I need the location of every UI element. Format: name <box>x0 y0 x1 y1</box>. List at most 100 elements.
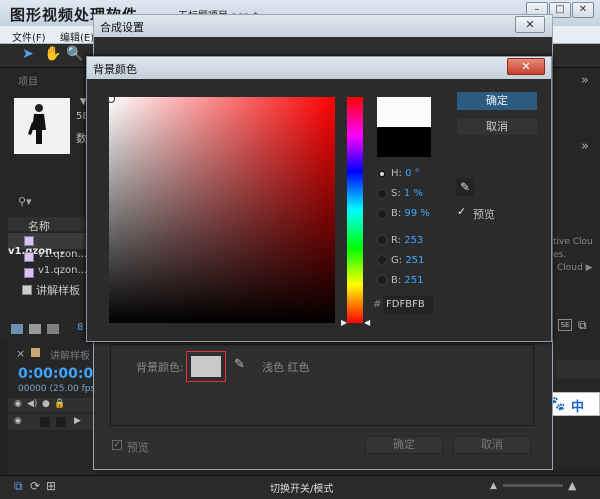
flow-icon[interactable]: ⊞ <box>46 479 56 493</box>
hue-value[interactable]: 0 ° <box>405 168 420 179</box>
hand-tool-icon[interactable]: ✋ <box>44 46 61 62</box>
ime-language[interactable]: 中 <box>571 396 584 415</box>
selection-tool-icon[interactable]: ➤ <box>22 46 34 62</box>
hue-field[interactable]: H: 0 ° <box>391 168 420 179</box>
timecode[interactable]: 0:00:00:00 <box>18 366 103 382</box>
blue-field[interactable]: B: 251 <box>391 275 424 286</box>
bg-color-swatch-fill <box>191 356 221 377</box>
green-radio[interactable] <box>377 255 387 265</box>
cc-promo-link[interactable]: Cloud ▶ <box>557 263 593 273</box>
render-icon[interactable]: ⟳ <box>30 479 40 493</box>
new-folder-icon[interactable] <box>29 324 41 334</box>
zoom-in-icon[interactable]: ▲ <box>568 479 576 492</box>
saturation-value[interactable]: 1 % <box>404 188 423 199</box>
eye-icon[interactable]: ◉ <box>14 399 22 409</box>
layer-switches-header: ◉ ◀) ● 🔒 <box>8 398 96 412</box>
timeline-close-icon[interactable]: × <box>16 347 25 360</box>
footage-thumbnail <box>14 98 70 154</box>
menu-file[interactable]: 文件(F) <box>12 29 46 44</box>
comp-preview-checkbox[interactable]: ✓ <box>112 440 122 450</box>
blue-label: B: <box>391 275 402 286</box>
hue-label: H: <box>391 168 402 179</box>
eyedropper-icon[interactable]: ✎ <box>456 178 474 196</box>
new-comp-icon[interactable] <box>47 324 59 334</box>
blue-value[interactable]: 251 <box>404 275 423 286</box>
brightness-field[interactable]: B: 99 % <box>391 208 430 219</box>
red-field[interactable]: R: 253 <box>391 235 423 246</box>
panel-menu-chevron-icon[interactable]: » <box>581 139 589 154</box>
comp-settings-close-button[interactable]: ✕ <box>515 16 545 33</box>
color-ok-button[interactable]: 确定 <box>457 92 537 110</box>
menu-edit[interactable]: 编辑(E) <box>60 29 94 44</box>
cc-promo-text: es. <box>553 250 567 260</box>
bg-color-swatch[interactable] <box>186 351 226 382</box>
saturation-radio[interactable] <box>377 189 387 199</box>
timeline-comp-name[interactable]: 讲解样板 <box>50 347 90 362</box>
project-item[interactable]: v1.qzon... <box>8 265 88 281</box>
audio-icon[interactable]: ◀) <box>27 399 37 409</box>
comp-settings-titlebar[interactable] <box>94 15 552 37</box>
green-label: G: <box>391 255 403 266</box>
frame-rate: 00000 (25.00 fps) <box>18 384 99 394</box>
zoom-tool-icon[interactable]: 🔍 <box>66 46 83 62</box>
red-label: R: <box>391 235 402 246</box>
expand-arrow-icon[interactable]: ▶ <box>74 416 81 426</box>
color-picker-close-button[interactable]: ✕ <box>507 58 545 75</box>
interpret-footage-icon[interactable] <box>11 324 23 334</box>
eyedropper-icon[interactable]: ✎ <box>234 357 245 372</box>
preview-label: 预览 <box>473 208 495 221</box>
project-item[interactable]: v1.qzon... <box>8 249 88 265</box>
layer-row[interactable]: ◉ ▶ <box>8 414 96 430</box>
switch-box[interactable] <box>56 417 66 427</box>
project-item-name: 讲解样板 <box>36 284 80 297</box>
project-item[interactable]: 讲解样板 <box>8 282 88 298</box>
toggle-panel-icon[interactable]: ⧉ <box>14 479 23 494</box>
comp-ok-button[interactable]: 确定 <box>365 436 443 454</box>
hue-radio[interactable] <box>377 169 387 179</box>
saturation-brightness-field[interactable] <box>109 97 335 323</box>
file-icon <box>24 236 34 246</box>
column-name[interactable]: 名称 <box>28 218 50 234</box>
hex-prefix: # <box>373 299 382 310</box>
hue-slider-right-arrow[interactable]: ◀ <box>364 318 370 327</box>
hex-input[interactable]: FDFBFB <box>383 296 433 314</box>
saturation-field[interactable]: S: 1 % <box>391 188 423 199</box>
project-item[interactable]: v1.qzon... <box>8 233 88 257</box>
link-icon[interactable]: ⧉ <box>578 318 587 333</box>
red-value[interactable]: 253 <box>404 235 423 246</box>
saturation-label: S: <box>391 188 401 199</box>
zoom-slider[interactable] <box>503 484 563 487</box>
toggle-switches-modes[interactable]: 切换开关/模式 <box>270 480 333 495</box>
blue-radio[interactable] <box>377 275 387 285</box>
zoom-out-icon[interactable]: ▲ <box>490 481 497 491</box>
lock-icon[interactable]: 🔒 <box>54 399 65 409</box>
brightness-label: B: <box>391 208 402 219</box>
se-icon[interactable]: SE <box>558 319 572 331</box>
file-icon <box>24 252 34 262</box>
color-picker-titlebar[interactable] <box>87 57 551 79</box>
green-value[interactable]: 251 <box>405 255 424 266</box>
comp-settings-advanced-section <box>110 344 534 426</box>
brightness-value[interactable]: 99 % <box>404 208 429 219</box>
preview-checkbox[interactable]: ✓ <box>457 206 468 217</box>
eye-icon[interactable]: ◉ <box>14 416 22 426</box>
person-figure-image <box>28 104 46 144</box>
hue-slider-left-arrow[interactable]: ▶ <box>341 318 347 327</box>
original-color-preview[interactable] <box>377 127 431 157</box>
color-field-marker[interactable] <box>107 95 115 103</box>
bpc-indicator[interactable]: 8 <box>77 322 83 333</box>
red-radio[interactable] <box>377 235 387 245</box>
new-color-preview <box>377 97 431 127</box>
search-icon[interactable]: ⚲▾ <box>18 195 32 208</box>
app-close-button[interactable]: ✕ <box>572 2 594 18</box>
panel-menu-chevron-icon[interactable]: » <box>581 73 589 88</box>
hue-slider[interactable] <box>347 97 363 323</box>
green-field[interactable]: G: 251 <box>391 255 424 266</box>
project-panel-title[interactable]: 项目 <box>18 73 38 88</box>
brightness-radio[interactable] <box>377 209 387 219</box>
comp-cancel-button[interactable]: 取消 <box>453 436 531 454</box>
comp-preview-label: 预览 <box>127 441 149 454</box>
solo-icon[interactable]: ● <box>42 399 50 409</box>
switch-box[interactable] <box>40 417 50 427</box>
color-cancel-button[interactable]: 取消 <box>457 119 537 135</box>
